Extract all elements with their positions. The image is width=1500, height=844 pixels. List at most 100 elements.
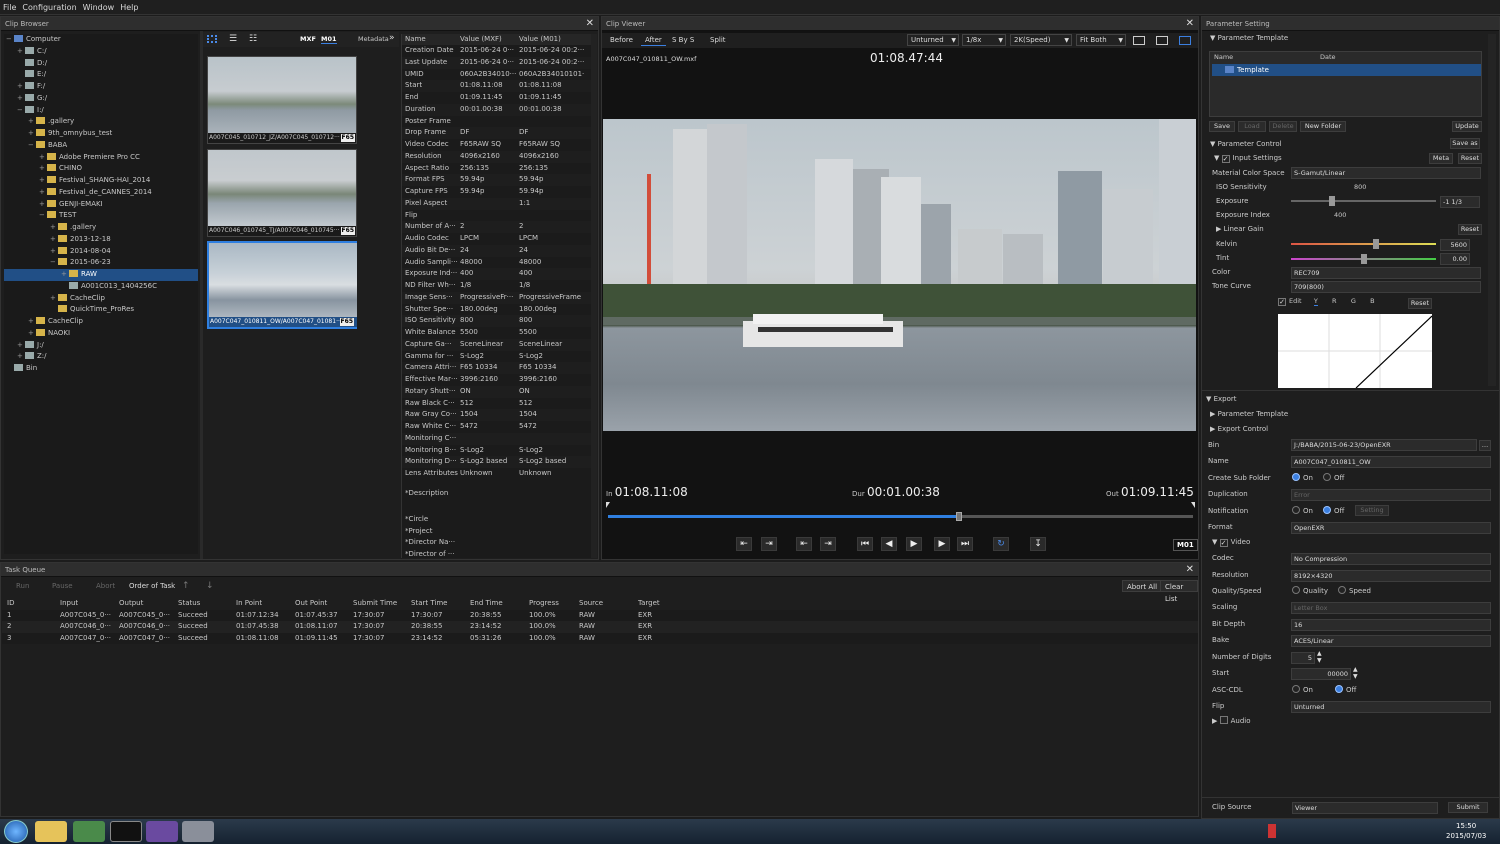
move-up-icon[interactable]: ↑ [182, 581, 190, 591]
collapse-icon[interactable]: − [28, 140, 36, 152]
set-in-icon[interactable]: ⇤ [736, 537, 752, 551]
delete-template-button[interactable]: Delete [1269, 121, 1297, 132]
editable-metadata-field[interactable]: *Project [402, 526, 597, 538]
abort-button[interactable]: Abort [92, 580, 119, 592]
task-column-header[interactable]: Out Point [295, 598, 353, 610]
mxf-toggle[interactable]: MXF [300, 35, 316, 43]
table-row[interactable]: 3 A007C047_0··· A007C047_0··· Succeed 01:08.… [2, 632, 1198, 644]
metadata-row[interactable]: Drop Frame DF DF [402, 127, 597, 139]
expand-icon[interactable]: + [50, 222, 58, 234]
metadata-row[interactable]: White Balance 5500 5500 [402, 327, 597, 339]
fullscreen-icon[interactable] [1156, 36, 1168, 45]
before-button[interactable]: Before [606, 34, 637, 46]
tree-node[interactable]: Bin [4, 363, 198, 375]
browse-bin-button[interactable]: … [1479, 440, 1491, 451]
step-back-icon[interactable]: ◀ [881, 537, 897, 551]
load-template-button[interactable]: Load [1238, 121, 1266, 132]
input-settings-checkbox[interactable]: ✓ [1221, 155, 1230, 163]
asc-off-radio[interactable] [1334, 685, 1343, 693]
tree-node[interactable]: +2013-12-18 [4, 234, 198, 246]
metadata-row[interactable]: Capture Ga··· SceneLinear SceneLinear [402, 338, 597, 351]
clip-source-dropdown[interactable]: Viewer [1292, 802, 1438, 814]
exposure-slider-handle[interactable] [1329, 196, 1335, 206]
input-settings-header[interactable]: ▼ ✓ Input Settings [1214, 152, 1282, 164]
m01-toggle[interactable]: M01 [321, 35, 337, 44]
task-column-header[interactable]: Target [638, 598, 678, 610]
editable-metadata-field[interactable]: *Director of ··· [402, 549, 597, 561]
tree-node[interactable]: + F:/ [4, 81, 198, 93]
tree-node[interactable]: − TEST [4, 210, 198, 222]
folder-tree[interactable]: − Computer + C:/D:/E:/+ F:/+ G:/− I:/+ .gallery… [4, 34, 198, 554]
kelvin-slider-handle[interactable] [1373, 239, 1379, 249]
marker-icon[interactable]: ↧ [1030, 537, 1046, 551]
tree-node[interactable]: − BABA [4, 140, 198, 152]
tree-node[interactable]: + NAOKI [4, 328, 198, 340]
collapse-icon[interactable]: − [50, 257, 58, 269]
tint-slider-handle[interactable] [1361, 254, 1367, 264]
tree-node[interactable]: + .gallery [4, 116, 198, 128]
metadata-row[interactable]: ISO Sensitivity 800 800 [402, 315, 597, 327]
timeline-scrubber[interactable] [606, 502, 1195, 522]
tree-node[interactable]: E:/ [4, 69, 198, 81]
tree-node[interactable]: + CacheClip [4, 293, 198, 305]
task-column-header[interactable]: Status [178, 598, 236, 610]
parameter-scrollbar[interactable] [1488, 34, 1496, 386]
scaling-dropdown[interactable]: Letter Box [1291, 602, 1491, 614]
metadata-row[interactable]: Flip [402, 209, 597, 222]
digits-stepper-icon[interactable]: ▲ ▼ [1317, 650, 1322, 664]
tree-node[interactable]: + Z:/ [4, 351, 198, 363]
list-view-icon[interactable]: ☰ [229, 34, 237, 44]
save-template-button[interactable]: Save [1209, 121, 1235, 132]
metadata-scrollbar[interactable] [591, 34, 597, 558]
editable-metadata-field[interactable]: *Circle [402, 514, 597, 526]
in-marker[interactable] [606, 502, 610, 508]
skip-start-icon[interactable]: ⏮ [857, 537, 873, 551]
tint-slider[interactable] [1291, 254, 1436, 264]
task-column-header[interactable]: Submit Time [353, 598, 411, 610]
metadata-row[interactable]: UMID 060A2B34010··· 060A2B34010101··· [402, 68, 597, 81]
playhead-handle[interactable] [956, 512, 962, 521]
clip-thumbnail-selected[interactable]: A007C047_010811_OW/A007C047_01081··· F65 [207, 241, 357, 329]
expand-icon[interactable]: + [39, 187, 47, 199]
curve-tab-y[interactable]: Y [1313, 297, 1318, 306]
resolution-dropdown[interactable]: 8192×4320 [1291, 570, 1491, 582]
step-forward-icon[interactable]: ▶ [934, 537, 950, 551]
expand-icon[interactable]: » [389, 33, 395, 43]
format-dropdown[interactable]: OpenEXR [1291, 522, 1491, 534]
expand-icon[interactable]: + [17, 351, 25, 363]
name-field[interactable]: A007C047_010811_OW [1291, 456, 1491, 468]
export-control-header[interactable]: ▶ Export Control [1210, 423, 1268, 435]
close-icon[interactable]: ✕ [1186, 563, 1194, 577]
kelvin-slider[interactable] [1291, 239, 1436, 249]
metadata-row[interactable]: Lens Attributes Unknown Unknown [402, 468, 597, 480]
expand-icon[interactable]: + [17, 81, 25, 93]
export-template-header[interactable]: ▶ Parameter Template [1210, 408, 1288, 420]
expand-icon[interactable]: + [50, 293, 58, 305]
video-header[interactable]: ▼ ✓ Video [1212, 536, 1250, 548]
tree-node[interactable]: QuickTime_ProRes [4, 304, 198, 316]
expand-icon[interactable]: + [39, 199, 47, 211]
bin-field[interactable]: J:/BABA/2015-06-23/OpenEXR [1291, 439, 1477, 451]
notification-setting-button[interactable]: Setting [1355, 505, 1389, 516]
audio-header[interactable]: ▶ Audio [1212, 715, 1251, 727]
format-badge[interactable]: M01 [1173, 539, 1198, 551]
metadata-row[interactable]: Duration 00:01.00:38 00:01.00:38 [402, 103, 597, 116]
metadata-row[interactable]: End 01:09.11:45 01:09.11:45 [402, 92, 597, 104]
expand-icon[interactable]: + [28, 316, 36, 328]
metadata-row[interactable]: Monitoring C··· [402, 432, 597, 445]
video-frame[interactable] [603, 119, 1196, 431]
metadata-row[interactable]: Aspect Ratio 256:135 256:135 [402, 162, 597, 175]
material-color-space-field[interactable]: S-Gamut/Linear [1291, 167, 1481, 179]
metadata-row[interactable]: Audio Codec LPCM LPCM [402, 233, 597, 245]
tree-node[interactable]: + .gallery [4, 222, 198, 234]
move-down-icon[interactable]: ↓ [206, 581, 214, 591]
template-list[interactable]: Name Date Template [1209, 51, 1482, 117]
export-header[interactable]: ▼ Export [1206, 393, 1237, 405]
metadata-row[interactable]: Number of A··· 2 2 [402, 221, 597, 233]
tree-node[interactable]: + J:/ [4, 340, 198, 352]
playback-scale-dropdown[interactable]: 1/8x [962, 34, 1006, 46]
speed-radio[interactable] [1338, 586, 1347, 594]
skip-end-icon[interactable]: ⏭ [957, 537, 973, 551]
save-as-button[interactable]: Save as [1450, 138, 1480, 149]
fit-dropdown[interactable]: Fit Both [1076, 34, 1126, 46]
